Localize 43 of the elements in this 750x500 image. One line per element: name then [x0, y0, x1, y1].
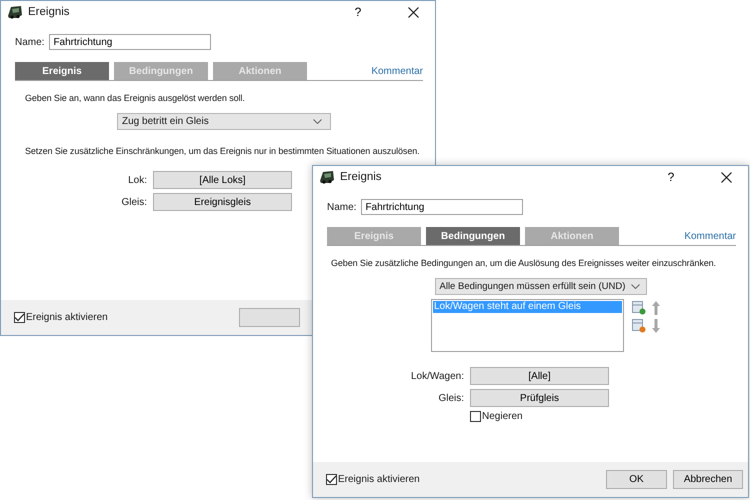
help-button[interactable]: ?	[344, 5, 372, 19]
chevron-down-icon	[313, 119, 322, 124]
negate-checkbox[interactable]: Negieren	[470, 411, 523, 422]
field-label: Gleis:	[120, 196, 147, 208]
selector-button[interactable]: Prüfgleis	[470, 389, 609, 407]
selector-button[interactable]: Ereignisgleis	[153, 193, 292, 211]
tab[interactable]: Ereignis	[15, 62, 109, 80]
chevron-down-icon	[630, 284, 640, 289]
field-label: Lok/Wagen:	[410, 370, 464, 382]
name-label: Name:	[327, 202, 356, 212]
field-label: Lok:	[127, 174, 147, 186]
selector-button[interactable]: [Alle]	[470, 367, 609, 385]
description-text: Setzen Sie zusätzliche Einschränkungen, um das Ereignis nur in bestimmten Situationen auszulösen.	[25, 146, 420, 156]
remove-condition-icon[interactable]	[632, 319, 646, 333]
description-text: Geben Sie an, wann das Ereignis ausgelöst werden soll.	[25, 93, 245, 103]
tab[interactable]: Bedingungen	[426, 227, 520, 245]
add-condition-icon[interactable]	[632, 301, 646, 315]
description-text: Geben Sie zusätzliche Bedingungen an, um die Auslösung des Ereignisses weiter einzuschränken.	[331, 258, 716, 268]
dialog-button[interactable]: OK	[606, 470, 667, 489]
name-field[interactable]: Fahrtrichtung	[49, 34, 212, 50]
event-dropdown[interactable]: Zug betritt ein Gleis	[117, 113, 331, 130]
window-title: Ereignis	[28, 6, 70, 18]
activate-checkbox[interactable]: Ereignis aktivieren	[14, 312, 108, 323]
dialog-button[interactable]	[239, 308, 300, 327]
locomotive-icon	[7, 4, 23, 20]
comment-link[interactable]: Kommentar	[684, 231, 736, 245]
name-label: Name:	[15, 36, 44, 48]
name-field[interactable]: Fahrtrichtung	[361, 199, 524, 215]
arrow-down-icon[interactable]	[652, 319, 660, 333]
field-label: Gleis:	[437, 392, 464, 404]
activate-checkbox[interactable]: Ereignis aktivieren	[326, 474, 420, 485]
selector-button[interactable]: [Alle Loks]	[153, 171, 292, 189]
dialog-button[interactable]: Abbrechen	[673, 470, 743, 489]
locomotive-icon	[319, 169, 335, 185]
comment-link[interactable]: Kommentar	[371, 66, 423, 80]
window-title: Ereignis	[340, 171, 382, 183]
checkmark-icon	[14, 313, 25, 322]
help-button[interactable]: ?	[657, 170, 685, 184]
close-icon	[408, 6, 418, 18]
checkmark-icon	[326, 475, 337, 484]
arrow-up-icon[interactable]	[652, 301, 660, 315]
event-dropdown[interactable]: Alle Bedingungen müssen erfüllt sein (UND)	[434, 278, 646, 295]
close-icon	[720, 172, 732, 182]
